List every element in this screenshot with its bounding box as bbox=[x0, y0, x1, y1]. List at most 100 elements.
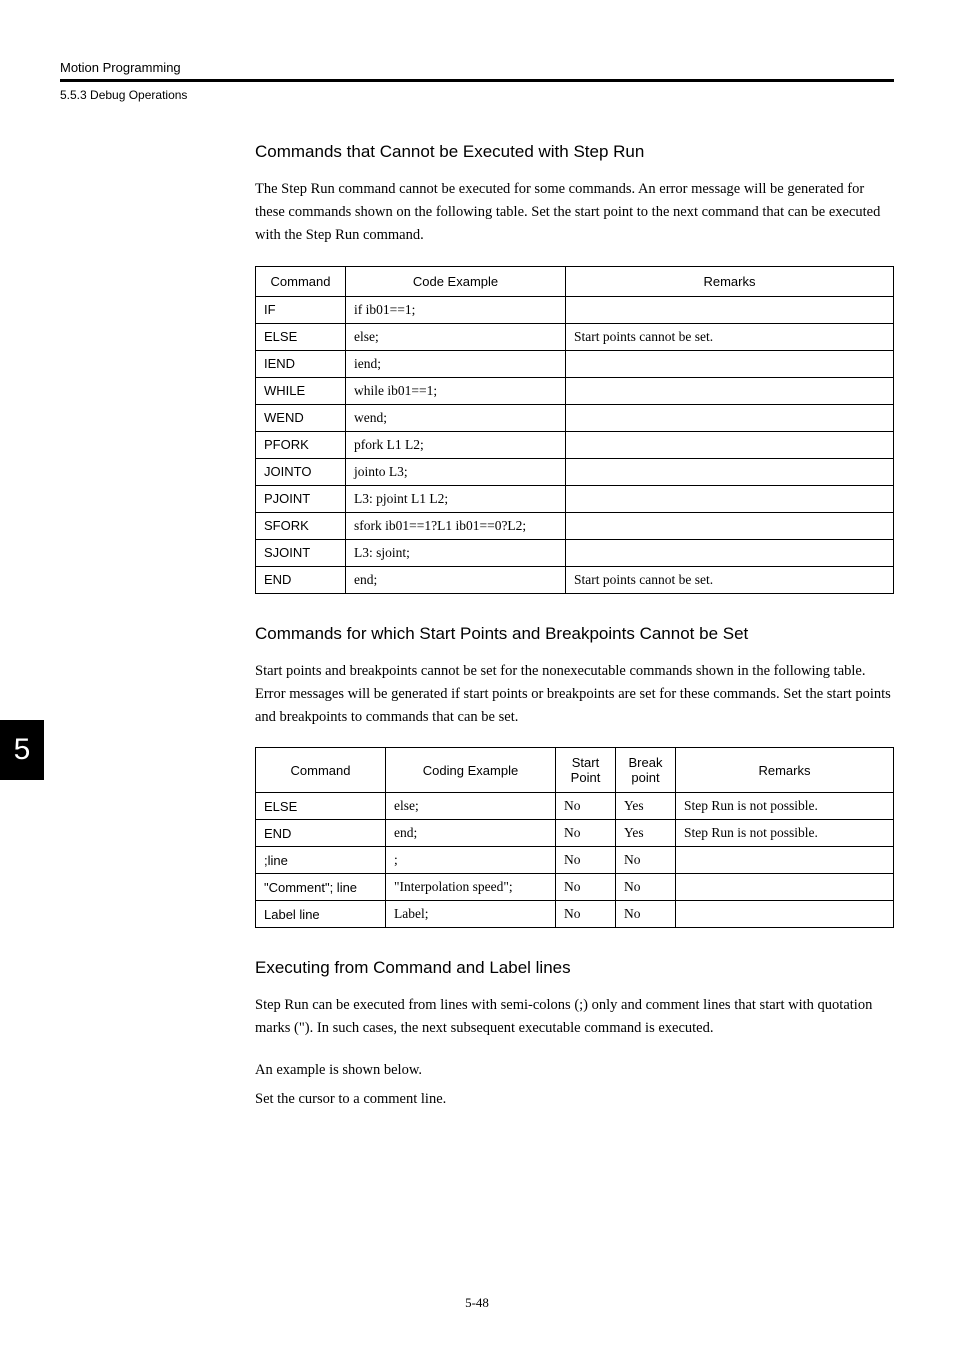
table-row: IF if ib01==1; bbox=[256, 296, 894, 323]
th-break-point: Break point bbox=[616, 748, 676, 793]
cell-remark bbox=[566, 485, 894, 512]
th-command: Command bbox=[256, 748, 386, 793]
heading-step-run: Commands that Cannot be Executed with St… bbox=[255, 142, 894, 162]
table-row: ;line ; No No bbox=[256, 847, 894, 874]
table-row: END end; Start points cannot be set. bbox=[256, 566, 894, 593]
th-remarks: Remarks bbox=[566, 266, 894, 296]
table-row: ELSE else; Start points cannot be set. bbox=[256, 323, 894, 350]
cell-cmd: Label line bbox=[256, 901, 386, 928]
table-step-run-commands: Command Code Example Remarks IF if ib01=… bbox=[255, 266, 894, 594]
cell-cmd: SJOINT bbox=[256, 539, 346, 566]
cell-remark: Start points cannot be set. bbox=[566, 323, 894, 350]
cell-cmd: PFORK bbox=[256, 431, 346, 458]
para-step-run: The Step Run command cannot be executed … bbox=[255, 178, 894, 248]
section-number: 5.5.3 Debug Operations bbox=[60, 88, 894, 102]
cell-code: pfork L1 L2; bbox=[346, 431, 566, 458]
cell-cmd: JOINTO bbox=[256, 458, 346, 485]
chapter-tab: 5 bbox=[0, 720, 44, 780]
th-start-point: Start Point bbox=[556, 748, 616, 793]
header-rule bbox=[60, 79, 894, 82]
cell-code: ; bbox=[386, 847, 556, 874]
cell-remark bbox=[566, 512, 894, 539]
cell-code: "Interpolation speed"; bbox=[386, 874, 556, 901]
cell-cmd: END bbox=[256, 566, 346, 593]
cell-code: Label; bbox=[386, 901, 556, 928]
table-header-row: Command Code Example Remarks bbox=[256, 266, 894, 296]
cell-code: jointo L3; bbox=[346, 458, 566, 485]
th-command: Command bbox=[256, 266, 346, 296]
cell-remark bbox=[676, 874, 894, 901]
cell-cmd: ;line bbox=[256, 847, 386, 874]
cell-code: sfork ib01==1?L1 ib01==0?L2; bbox=[346, 512, 566, 539]
cell-remark: Step Run is not possible. bbox=[676, 820, 894, 847]
cell-cmd: IEND bbox=[256, 350, 346, 377]
table-row: JOINTO jointo L3; bbox=[256, 458, 894, 485]
cell-sp: No bbox=[556, 820, 616, 847]
th-code-example: Code Example bbox=[346, 266, 566, 296]
th-remarks: Remarks bbox=[676, 748, 894, 793]
cell-remark bbox=[676, 847, 894, 874]
para-exec-2: An example is shown below. bbox=[255, 1059, 894, 1082]
cell-code: L3: sjoint; bbox=[346, 539, 566, 566]
cell-remark bbox=[566, 404, 894, 431]
cell-cmd: "Comment"; line bbox=[256, 874, 386, 901]
cell-bp: No bbox=[616, 847, 676, 874]
table-row: Label line Label; No No bbox=[256, 901, 894, 928]
table-row: PFORK pfork L1 L2; bbox=[256, 431, 894, 458]
th-coding-example: Coding Example bbox=[386, 748, 556, 793]
cell-bp: Yes bbox=[616, 793, 676, 820]
cell-sp: No bbox=[556, 901, 616, 928]
cell-cmd: IF bbox=[256, 296, 346, 323]
cell-remark bbox=[566, 458, 894, 485]
cell-code: end; bbox=[386, 820, 556, 847]
cell-code: if ib01==1; bbox=[346, 296, 566, 323]
cell-bp: No bbox=[616, 874, 676, 901]
cell-code: wend; bbox=[346, 404, 566, 431]
table-row: SJOINT L3: sjoint; bbox=[256, 539, 894, 566]
cell-cmd: SFORK bbox=[256, 512, 346, 539]
cell-sp: No bbox=[556, 847, 616, 874]
para-exec-1: Step Run can be executed from lines with… bbox=[255, 994, 894, 1040]
cell-cmd: WHILE bbox=[256, 377, 346, 404]
cell-cmd: ELSE bbox=[256, 793, 386, 820]
table-row: IEND iend; bbox=[256, 350, 894, 377]
cell-remark: Step Run is not possible. bbox=[676, 793, 894, 820]
table-row: PJOINT L3: pjoint L1 L2; bbox=[256, 485, 894, 512]
cell-code: while ib01==1; bbox=[346, 377, 566, 404]
cell-remark bbox=[566, 377, 894, 404]
cell-code: end; bbox=[346, 566, 566, 593]
cell-sp: No bbox=[556, 793, 616, 820]
cell-cmd: END bbox=[256, 820, 386, 847]
cell-bp: No bbox=[616, 901, 676, 928]
table-row: WHILE while ib01==1; bbox=[256, 377, 894, 404]
page-number: 5-48 bbox=[0, 1295, 954, 1311]
cell-remark bbox=[566, 431, 894, 458]
table-row: SFORK sfork ib01==1?L1 ib01==0?L2; bbox=[256, 512, 894, 539]
cell-bp: Yes bbox=[616, 820, 676, 847]
cell-cmd: ELSE bbox=[256, 323, 346, 350]
cell-remark bbox=[566, 296, 894, 323]
cell-cmd: PJOINT bbox=[256, 485, 346, 512]
table-row: "Comment"; line "Interpolation speed"; N… bbox=[256, 874, 894, 901]
table-row: WEND wend; bbox=[256, 404, 894, 431]
cell-code: else; bbox=[386, 793, 556, 820]
heading-breakpoints: Commands for which Start Points and Brea… bbox=[255, 624, 894, 644]
heading-executing: Executing from Command and Label lines bbox=[255, 958, 894, 978]
para-breakpoints: Start points and breakpoints cannot be s… bbox=[255, 660, 894, 730]
cell-cmd: WEND bbox=[256, 404, 346, 431]
cell-code: else; bbox=[346, 323, 566, 350]
cell-remark: Start points cannot be set. bbox=[566, 566, 894, 593]
main-content: Commands that Cannot be Executed with St… bbox=[255, 142, 894, 1111]
cell-sp: No bbox=[556, 874, 616, 901]
table-row: ELSE else; No Yes Step Run is not possib… bbox=[256, 793, 894, 820]
cell-remark bbox=[676, 901, 894, 928]
cell-remark bbox=[566, 539, 894, 566]
cell-code: L3: pjoint L1 L2; bbox=[346, 485, 566, 512]
para-exec-3: Set the cursor to a comment line. bbox=[255, 1088, 894, 1111]
table-row: END end; No Yes Step Run is not possible… bbox=[256, 820, 894, 847]
chapter-title: Motion Programming bbox=[60, 60, 894, 75]
page-root: Motion Programming 5.5.3 Debug Operation… bbox=[0, 0, 954, 1157]
table-breakpoints: Command Coding Example Start Point Break… bbox=[255, 747, 894, 928]
table-header-row: Command Coding Example Start Point Break… bbox=[256, 748, 894, 793]
cell-remark bbox=[566, 350, 894, 377]
